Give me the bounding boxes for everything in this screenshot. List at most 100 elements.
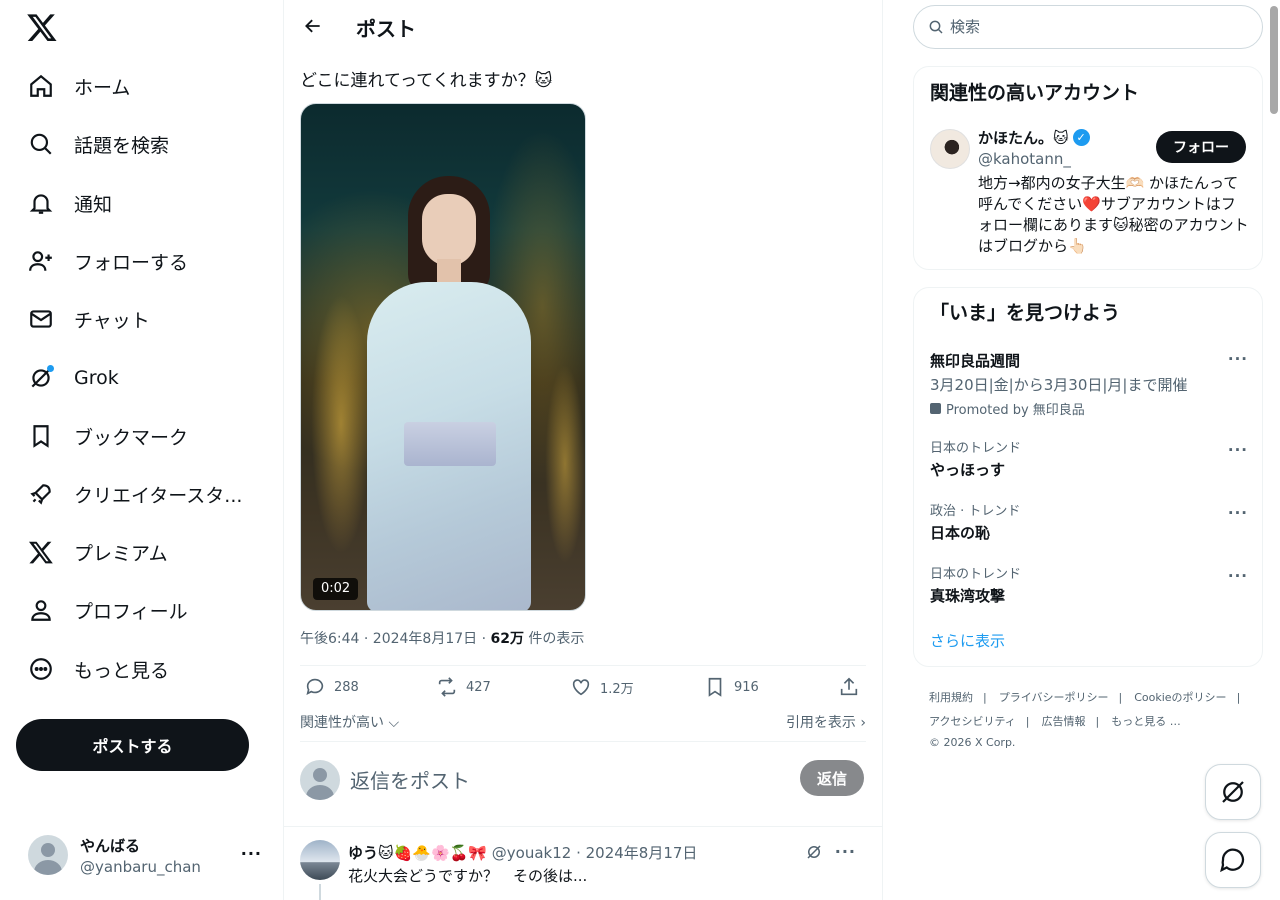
view-quotes-label: 引用を表示: [785, 715, 856, 731]
view-quotes-link[interactable]: 引用を表示 ›: [786, 712, 866, 732]
scrollbar[interactable]: [1270, 6, 1278, 114]
follow-button[interactable]: フォロー: [1156, 131, 1246, 163]
post-button[interactable]: ポストする: [16, 719, 249, 771]
footer-link-ads[interactable]: 広告情報: [1042, 715, 1086, 728]
trend-item[interactable]: 日本のトレンド 真珠湾攻撃 ···: [930, 563, 1248, 606]
nav-grok-label: Grok: [74, 367, 119, 389]
account-handle: @yanbaru_chan: [80, 857, 201, 876]
view-label: 件の表示: [523, 631, 585, 647]
copyright: © 2026 X Corp.: [929, 736, 1016, 749]
nav-creator-studio[interactable]: クリエイタースタ...: [16, 469, 266, 519]
retweet-action[interactable]: 427: [436, 676, 491, 698]
trend-subtitle: 3月20日|金|から3月30日|月|まで開催: [930, 376, 1188, 394]
x-logo-icon[interactable]: [26, 11, 58, 43]
share-icon: [840, 677, 858, 696]
more-icon[interactable]: ···: [241, 844, 262, 863]
tweet-video[interactable]: 0:02: [300, 103, 586, 611]
divider: [284, 826, 882, 827]
more-icon[interactable]: ···: [1228, 567, 1248, 585]
trend-name: 真珠湾攻撃: [930, 587, 1006, 605]
nav-creator-studio-label: クリエイタースタ...: [74, 484, 243, 507]
right-sidebar: 関連性の高いアカウント かほたん。🐱✓ @kahotann_ フォロー 地方→都…: [883, 0, 1280, 900]
nav-profile-label: プロフィール: [74, 600, 188, 623]
nav-chat[interactable]: チャット: [16, 294, 266, 344]
left-navigation: ホーム 話題を検索 通知 フォローする チャット Grok ブックマーク クリエ…: [0, 0, 284, 900]
reply-header: ゆう🐱🍓🐣🌸🍒🎀 @youak12 · 2024年8月17日: [348, 842, 697, 863]
nav-home[interactable]: ホーム: [16, 61, 266, 111]
nav-follow[interactable]: フォローする: [16, 236, 266, 286]
avatar[interactable]: [930, 129, 970, 169]
like-action[interactable]: 1.2万: [570, 676, 634, 698]
nav-home-label: ホーム: [74, 76, 131, 99]
lantern-glow: [311, 294, 371, 554]
bookmark-action[interactable]: 916: [704, 676, 759, 698]
nav-bookmarks[interactable]: ブックマーク: [16, 411, 266, 461]
retweet-count: 427: [466, 679, 491, 695]
footer-link-more[interactable]: もっと見る …: [1111, 715, 1181, 728]
reply-sort-dropdown[interactable]: 関連性が高い ⌵: [300, 712, 399, 732]
trend-item[interactable]: 日本のトレンド やっほっす ···: [930, 437, 1248, 480]
trend-context: 日本のトレンド: [930, 441, 1022, 456]
reply-tools: ···: [805, 842, 856, 861]
notification-dot: [47, 365, 54, 372]
footer-link-accessibility[interactable]: アクセシビリティ: [929, 715, 1016, 728]
footer-link-cookies[interactable]: Cookieのポリシー: [1134, 691, 1226, 704]
more-icon[interactable]: ···: [1228, 350, 1248, 368]
trend-item[interactable]: 無印良品週間 3月20日|金|から3月30日|月|まで開催 Promoted b…: [930, 350, 1248, 418]
more-icon[interactable]: ···: [1228, 441, 1248, 459]
bookmark-count: 916: [734, 679, 759, 695]
trend-name: 無印良品週間: [930, 352, 1021, 370]
reply-tweet[interactable]: ゆう🐱🍓🐣🌸🍒🎀 @youak12 · 2024年8月17日 花火大会どうですか…: [300, 840, 866, 900]
reply-input[interactable]: 返信をポスト: [350, 765, 470, 794]
nav-more[interactable]: もっと見る: [16, 644, 266, 694]
divider: [300, 741, 866, 742]
post-header: ポスト: [284, 0, 882, 53]
show-more-link[interactable]: さらに表示: [930, 630, 1005, 651]
nav-profile[interactable]: プロフィール: [16, 585, 266, 635]
account-name[interactable]: かほたん。🐱 ✓: [978, 127, 1090, 148]
reply-icon: [306, 678, 324, 695]
account-name: やんばる: [80, 836, 141, 855]
tweet-actions: 288 427 1.2万 916: [300, 676, 866, 706]
nav-notifications[interactable]: 通知: [16, 178, 266, 228]
nav-premium[interactable]: プレミアム: [16, 527, 266, 577]
heart-icon: [572, 679, 590, 696]
account-switcher[interactable]: やんばる @yanbaru_chan ···: [16, 824, 270, 886]
nav-explore-label: 話題を検索: [74, 134, 170, 157]
nav-chat-label: チャット: [74, 309, 150, 332]
more-icon[interactable]: ···: [1228, 504, 1248, 522]
nav-grok[interactable]: Grok: [16, 353, 266, 403]
verified-badge-icon: ✓: [1072, 129, 1090, 146]
bell-icon: [16, 178, 66, 228]
video-subject-obi: [404, 422, 496, 466]
search-box[interactable]: [913, 5, 1263, 49]
trend-context: 日本のトレンド: [930, 567, 1022, 582]
more-circle-icon: [16, 644, 66, 694]
nav-explore[interactable]: 話題を検索: [16, 119, 266, 169]
reply-author-name[interactable]: ゆう🐱🍓🐣🌸🍒🎀: [348, 844, 487, 862]
footer-separator: |: [1118, 691, 1123, 704]
more-icon[interactable]: ···: [835, 842, 856, 861]
avatar[interactable]: [300, 840, 340, 880]
view-count: 62万: [490, 631, 524, 647]
footer-link-terms[interactable]: 利用規約: [929, 691, 973, 704]
bookmark-icon: [16, 411, 66, 461]
trend-item[interactable]: 政治 · トレンド 日本の恥 ···: [930, 500, 1248, 543]
footer-link-privacy[interactable]: プライバシーポリシー: [999, 691, 1109, 704]
chat-float-button[interactable]: [1205, 832, 1261, 888]
reply-button[interactable]: 返信: [800, 760, 864, 796]
avatar: [28, 835, 68, 875]
tweet-timestamp[interactable]: 午後6:44 · 2024年8月17日 ·: [300, 631, 491, 647]
person-icon: [16, 585, 66, 635]
back-button[interactable]: [296, 9, 330, 43]
tweet-meta: 午後6:44 · 2024年8月17日 · 62万 件の表示: [300, 628, 584, 648]
reply-action[interactable]: 288: [304, 676, 359, 698]
share-action[interactable]: [838, 676, 860, 698]
card-title: 関連性の高いアカウント: [930, 82, 1140, 104]
trend-name: 日本の恥: [930, 524, 991, 542]
home-icon: [16, 61, 66, 111]
search-input[interactable]: [950, 18, 1250, 36]
grok-float-button[interactable]: [1205, 764, 1261, 820]
rocket-icon: [16, 469, 66, 519]
grok-icon[interactable]: [805, 843, 823, 861]
